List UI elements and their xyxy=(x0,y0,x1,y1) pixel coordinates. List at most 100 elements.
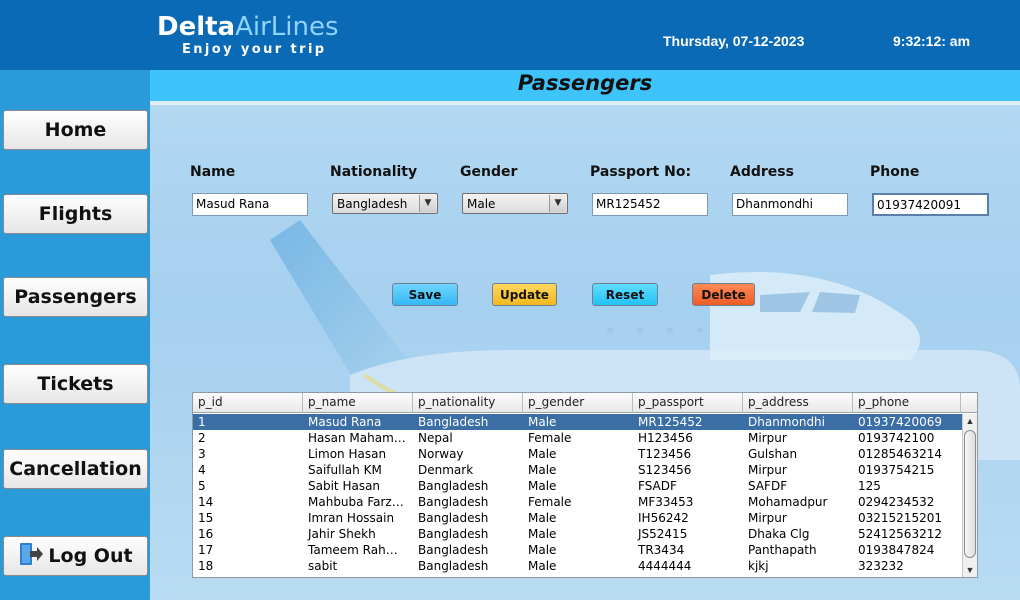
column-header-p-phone[interactable]: p_phone xyxy=(853,393,961,413)
table-row[interactable]: 16 Jahir Shekh Bangladesh Male JS52415 Dhaka … xyxy=(193,526,963,542)
table-cell-p-name: Sabit Hasan xyxy=(308,479,381,493)
gender-select-value: Male xyxy=(467,197,496,211)
table-row[interactable]: 17 Tameem Rahm... Bangladesh Male TR3434 Pant… xyxy=(193,542,963,558)
address-input[interactable]: Dhanmondhi xyxy=(732,193,848,216)
table-cell-p-passport: MF33453 xyxy=(638,495,694,509)
column-header-p-passport[interactable]: p_passport xyxy=(633,393,743,413)
table-cell-p-gender: Male xyxy=(528,463,557,477)
table-cell-p-gender: Female xyxy=(528,495,572,509)
nav-logout-button[interactable]: Log Out xyxy=(3,536,148,576)
table-cell-p-phone: 01285463214 xyxy=(858,447,942,461)
table-cell-p-id: 17 xyxy=(198,543,214,557)
table-cell-p-nationality: Bangladesh xyxy=(418,511,489,525)
logout-icon xyxy=(18,542,44,571)
scroll-down-icon[interactable]: ▼ xyxy=(963,563,977,577)
table-cell-p-nationality: Bangladesh xyxy=(418,543,489,557)
nav-home-label: Home xyxy=(44,119,107,141)
table-row[interactable]: 15 Imran Hossain Bangladesh Male IH56242 Mirp… xyxy=(193,510,963,526)
table-cell-p-nationality: Norway xyxy=(418,447,464,461)
delta-airlines-logo: DeltaAirLines Enjoy your trip xyxy=(157,10,339,57)
table-cell-p-phone: 52412563212 xyxy=(858,527,942,541)
table-header-corner xyxy=(962,393,977,413)
table-body: 1 Masud Rana Bangladesh Male MR125452 Dhanmon… xyxy=(193,414,963,574)
table-cell-p-phone: 01937420069 xyxy=(858,415,942,429)
nav-home-button[interactable]: Home xyxy=(3,110,148,150)
gender-select[interactable]: Male ▼ xyxy=(462,193,568,214)
table-cell-p-passport: MR125452 xyxy=(638,415,703,429)
table-cell-p-passport: H123456 xyxy=(638,431,693,445)
nav-tickets-button[interactable]: Tickets xyxy=(3,364,148,404)
table-cell-p-id: 4 xyxy=(198,463,206,477)
save-button[interactable]: Save xyxy=(392,283,458,306)
table-cell-p-nationality: Bangladesh xyxy=(418,559,489,573)
table-cell-p-address: Mirpur xyxy=(748,511,787,525)
table-cell-p-gender: Male xyxy=(528,543,557,557)
nationality-select[interactable]: Bangladesh ▼ xyxy=(332,193,438,214)
table-cell-p-gender: Male xyxy=(528,447,557,461)
table-cell-p-name: Masud Rana xyxy=(308,415,382,429)
table-cell-p-address: SAFDF xyxy=(748,479,788,493)
nav-flights-button[interactable]: Flights xyxy=(3,194,148,234)
table-vertical-scrollbar[interactable]: ▲ ▼ xyxy=(962,414,977,577)
sidebar: Home Flights Passengers Tickets Cancella… xyxy=(0,70,150,600)
table-cell-p-gender: Male xyxy=(528,559,557,573)
table-cell-p-phone: 0294234532 xyxy=(858,495,935,509)
table-cell-p-passport: FSADF xyxy=(638,479,677,493)
table-cell-p-nationality: Bangladesh xyxy=(418,527,489,541)
table-cell-p-gender: Female xyxy=(528,431,572,445)
table-row[interactable]: 14 Mahbuba Farzana Bangladesh Female MF33453… xyxy=(193,494,963,510)
table-row[interactable]: 4 Saifullah KM Denmark Male S123456 Mirpur 019… xyxy=(193,462,963,478)
table-cell-p-passport: 4444444 xyxy=(638,559,692,573)
delete-button[interactable]: Delete xyxy=(692,283,755,306)
chevron-down-icon[interactable]: ▼ xyxy=(549,195,566,212)
table-cell-p-address: Dhanmondhi xyxy=(748,415,825,429)
table-cell-p-id: 2 xyxy=(198,431,206,445)
page-title: Passengers xyxy=(517,71,653,95)
column-header-p-name[interactable]: p_name xyxy=(303,393,413,413)
table-row[interactable]: 2 Hasan Mahamud Nepal Female H123456 Mirpur 01… xyxy=(193,430,963,446)
table-cell-p-address: Gulshan xyxy=(748,447,798,461)
table-row[interactable]: 1 Masud Rana Bangladesh Male MR125452 Dhanmon… xyxy=(193,414,963,430)
column-header-p-id[interactable]: p_id xyxy=(193,393,303,413)
table-cell-p-id: 16 xyxy=(198,527,214,541)
passport-input[interactable]: MR125452 xyxy=(592,193,708,216)
table-cell-p-passport: T123456 xyxy=(638,447,692,461)
column-header-p-address[interactable]: p_address xyxy=(743,393,853,413)
scroll-up-icon[interactable]: ▲ xyxy=(963,414,977,428)
table-cell-p-gender: Male xyxy=(528,511,557,525)
table-cell-p-phone: 03215215201 xyxy=(858,511,942,525)
table-cell-p-passport: TR3434 xyxy=(638,543,685,557)
app-header: DeltaAirLines Enjoy your trip Thursday, … xyxy=(0,0,1020,70)
table-row[interactable]: 18 sabit Bangladesh Male 4444444 kjkj 323232 xyxy=(193,558,963,574)
current-time: 9:32:12: am xyxy=(893,33,971,49)
reset-button[interactable]: Reset xyxy=(592,283,658,306)
scrollbar-thumb[interactable] xyxy=(964,430,976,558)
table-cell-p-name: Imran Hossain xyxy=(308,511,395,525)
nav-passengers-button[interactable]: Passengers xyxy=(3,277,148,317)
nav-passengers-label: Passengers xyxy=(14,286,137,308)
table-cell-p-gender: Male xyxy=(528,527,557,541)
address-label: Address xyxy=(730,164,794,180)
nav-cancellation-button[interactable]: Cancellation xyxy=(3,449,148,489)
column-header-p-gender[interactable]: p_gender xyxy=(523,393,633,413)
chevron-down-icon[interactable]: ▼ xyxy=(419,195,436,212)
table-cell-p-address: Panthapath xyxy=(748,543,817,557)
table-cell-p-nationality: Bangladesh xyxy=(418,495,489,509)
update-button[interactable]: Update xyxy=(492,283,557,306)
table-cell-p-phone: 0193754215 xyxy=(858,463,935,477)
column-header-p-nationality[interactable]: p_nationality xyxy=(413,393,523,413)
table-header: p_id p_name p_nationality p_gender p_pas… xyxy=(193,393,963,413)
table-cell-p-gender: Male xyxy=(528,415,557,429)
table-row[interactable]: 3 Limon Hasan Norway Male T123456 Gulshan 0128… xyxy=(193,446,963,462)
name-label: Name xyxy=(190,164,236,180)
nav-flights-label: Flights xyxy=(38,203,113,225)
table-cell-p-name: Limon Hasan xyxy=(308,447,387,461)
name-input[interactable]: Masud Rana xyxy=(192,193,308,216)
table-row[interactable]: 5 Sabit Hasan Bangladesh Male FSADF SAFDF 125 xyxy=(193,478,963,494)
gender-label: Gender xyxy=(460,164,518,180)
nav-logout-label: Log Out xyxy=(48,545,133,567)
table-cell-p-passport: S123456 xyxy=(638,463,692,477)
passport-label: Passport No: xyxy=(590,164,692,180)
phone-input[interactable]: 01937420091 xyxy=(872,193,989,216)
current-date: Thursday, 07-12-2023 xyxy=(663,33,805,49)
